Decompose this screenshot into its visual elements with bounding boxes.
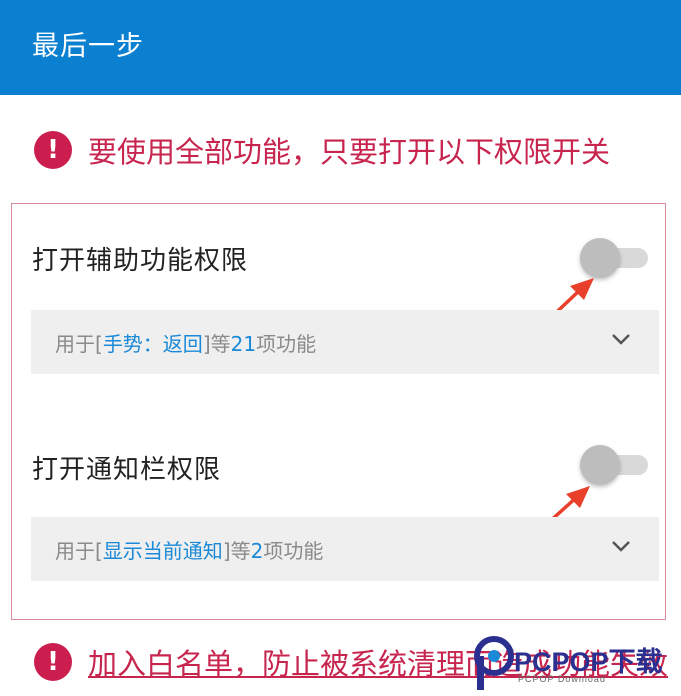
- toggle-thumb: [580, 445, 620, 485]
- notification-permission-title: 打开通知栏权限: [32, 455, 222, 485]
- notification-features-row[interactable]: 用于[显示当前通知]等2项功能: [31, 517, 659, 581]
- accessibility-permission-toggle[interactable]: [580, 238, 650, 278]
- accessibility-permission-title: 打开辅助功能权限: [32, 246, 249, 276]
- page-title: 最后一步: [32, 31, 144, 62]
- chevron-down-icon: [612, 334, 630, 345]
- notification-permission-toggle[interactable]: [580, 445, 650, 485]
- warning-banner: ! 要使用全部功能，只要打开以下权限开关: [34, 128, 674, 172]
- toggle-thumb: [580, 238, 620, 278]
- exclamation-icon: !: [34, 131, 72, 169]
- accessibility-features-row[interactable]: 用于[手势：返回]等21项功能: [31, 310, 659, 374]
- watermark-logo: PCPOP下载 PCPOP Download: [472, 634, 681, 696]
- watermark-subtext: PCPOP Download: [518, 674, 606, 684]
- warning-text: 要使用全部功能，只要打开以下权限开关: [88, 135, 611, 169]
- notification-features-text: 用于[显示当前通知]等2项功能: [55, 538, 324, 563]
- exclamation-icon: !: [34, 643, 72, 681]
- pcpop-logo-icon: [474, 636, 514, 690]
- chevron-down-icon: [612, 541, 630, 552]
- accessibility-features-text: 用于[手势：返回]等21项功能: [55, 331, 317, 356]
- app-bar: 最后一步: [0, 0, 681, 95]
